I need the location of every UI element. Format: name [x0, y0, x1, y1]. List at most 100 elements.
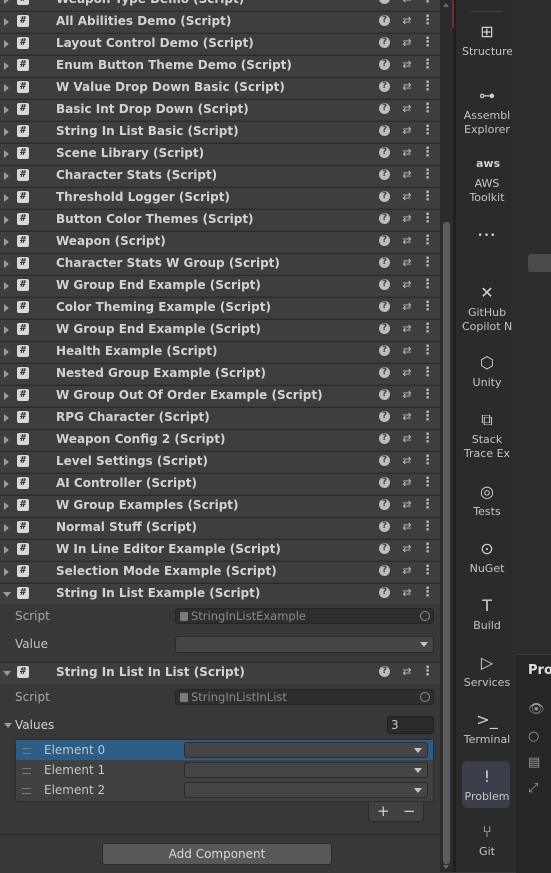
presets-icon[interactable]: ⇄ — [401, 323, 413, 335]
help-icon[interactable]: ? — [379, 59, 390, 70]
foldout-arrow-icon[interactable] — [4, 238, 9, 246]
context-menu-icon[interactable]: ⋮ — [421, 300, 434, 313]
context-menu-icon[interactable]: ⋮ — [421, 344, 434, 357]
context-menu-icon[interactable]: ⋮ — [421, 190, 434, 203]
component-header[interactable]: # RPG Character (Script)? ⇄ ⋮ — [0, 407, 440, 428]
presets-icon[interactable]: ⇄ — [401, 191, 413, 203]
context-menu-icon[interactable]: ⋮ — [421, 80, 434, 93]
component-header[interactable]: # W Value Drop Down Basic (Script)? ⇄ ⋮ — [0, 77, 440, 98]
presets-icon[interactable]: ⇄ — [401, 411, 413, 423]
context-menu-icon[interactable]: ⋮ — [421, 520, 434, 533]
component-header[interactable]: # Weapon (Script)? ⇄ ⋮ — [0, 231, 440, 252]
add-component-button[interactable]: Add Component — [102, 843, 332, 865]
context-menu-icon[interactable]: ⋮ — [421, 168, 434, 181]
context-menu-icon[interactable]: ⋮ — [421, 58, 434, 71]
foldout-arrow-icon[interactable] — [4, 304, 9, 312]
help-icon[interactable]: ? — [379, 477, 390, 488]
component-header[interactable]: # Character Stats (Script)? ⇄ ⋮ — [0, 165, 440, 186]
drag-handle-icon[interactable] — [22, 748, 31, 754]
foldout-arrow-icon[interactable] — [4, 480, 9, 488]
dock-item-more[interactable]: ••• — [462, 226, 512, 249]
scroll-up-arrow-icon[interactable] — [443, 3, 449, 7]
foldout-arrow-icon[interactable] — [4, 392, 9, 400]
help-icon[interactable]: ? — [379, 389, 390, 400]
presets-icon[interactable]: ⇄ — [401, 666, 413, 678]
help-icon[interactable]: ? — [379, 411, 390, 422]
presets-icon[interactable]: ⇄ — [401, 15, 413, 27]
context-menu-icon[interactable]: ⋮ — [421, 454, 434, 467]
help-icon[interactable]: ? — [379, 257, 390, 268]
help-icon[interactable]: ? — [379, 279, 390, 290]
foldout-arrow-icon[interactable] — [4, 194, 9, 202]
foldout-arrow-icon[interactable] — [4, 18, 9, 26]
presets-icon[interactable]: ⇄ — [401, 301, 413, 313]
presets-icon[interactable]: ⇄ — [401, 565, 413, 577]
help-icon[interactable]: ? — [379, 323, 390, 334]
object-picker-icon[interactable] — [420, 692, 430, 702]
values-size-field[interactable]: 3 — [387, 716, 434, 734]
component-header[interactable]: # Basic Int Drop Down (Script)? ⇄ ⋮ — [0, 99, 440, 120]
drag-handle-icon[interactable] — [22, 768, 31, 774]
context-menu-icon[interactable]: ⋮ — [421, 14, 434, 27]
help-icon[interactable]: ? — [379, 125, 390, 136]
context-menu-icon[interactable]: ⋮ — [421, 234, 434, 247]
context-menu-icon[interactable]: ⋮ — [421, 366, 434, 379]
presets-icon[interactable]: ⇄ — [401, 389, 413, 401]
element-dropdown[interactable] — [184, 742, 428, 758]
list-element-1[interactable]: Element 1 — [16, 760, 433, 780]
component-header[interactable]: # AI Controller (Script)? ⇄ ⋮ — [0, 473, 440, 494]
help-icon[interactable]: ? — [379, 565, 390, 576]
foldout-arrow-icon[interactable] — [4, 414, 9, 422]
list-element-2[interactable]: Element 2 — [16, 780, 433, 800]
foldout-arrow-icon[interactable] — [3, 592, 11, 597]
foldout-arrow-icon[interactable] — [4, 326, 9, 334]
context-menu-icon[interactable]: ⋮ — [421, 388, 434, 401]
component-header-string-in-list-in-list[interactable]: # String In List In List (Script) ? ⇄ ⋮ — [0, 662, 440, 684]
context-menu-icon[interactable]: ⋮ — [421, 146, 434, 159]
expand-icon[interactable]: ⤢ — [528, 781, 538, 796]
context-menu-icon[interactable]: ⋮ — [421, 665, 434, 678]
script-field[interactable]: StringInListExample — [175, 608, 434, 624]
component-header[interactable]: # Weapon Config 2 (Script)? ⇄ ⋮ — [0, 429, 440, 450]
dock-item-terminal[interactable]: >_ Terminal — [462, 710, 512, 747]
help-icon[interactable]: ? — [379, 169, 390, 180]
help-icon[interactable]: ? — [379, 0, 390, 4]
foldout-arrow-icon[interactable] — [4, 436, 9, 444]
presets-icon[interactable]: ⇄ — [401, 477, 413, 489]
dock-item-git[interactable]: ⑂ Git — [462, 822, 512, 859]
component-header[interactable]: # W Group End Example (Script)? ⇄ ⋮ — [0, 319, 440, 340]
dock-item-problems[interactable]: ! Problem — [462, 767, 512, 804]
help-icon[interactable]: ? — [379, 213, 390, 224]
foldout-arrow-icon[interactable] — [4, 128, 9, 136]
object-picker-icon[interactable] — [420, 611, 430, 621]
eye-icon[interactable]: 👁 — [528, 702, 545, 717]
inspector-scrollbar[interactable] — [440, 0, 453, 872]
presets-icon[interactable]: ⇄ — [401, 433, 413, 445]
context-menu-icon[interactable]: ⋮ — [421, 0, 434, 5]
presets-icon[interactable]: ⇄ — [401, 103, 413, 115]
presets-icon[interactable]: ⇄ — [401, 499, 413, 511]
context-menu-icon[interactable]: ⋮ — [421, 36, 434, 49]
dock-item-unity[interactable]: ⬡ Unity — [462, 353, 512, 390]
context-menu-icon[interactable]: ⋮ — [421, 124, 434, 137]
component-header[interactable]: # Scene Library (Script)? ⇄ ⋮ — [0, 143, 440, 164]
component-header[interactable]: # String In List Basic (Script)? ⇄ ⋮ — [0, 121, 440, 142]
presets-icon[interactable]: ⇄ — [401, 521, 413, 533]
component-header[interactable]: # Button Color Themes (Script)? ⇄ ⋮ — [0, 209, 440, 230]
values-foldout-icon[interactable] — [4, 723, 12, 728]
foldout-arrow-icon[interactable] — [4, 62, 9, 70]
dock-item-stack-trace[interactable]: ⧉ Stack Trace Ex — [462, 410, 512, 461]
context-menu-icon[interactable]: ⋮ — [421, 476, 434, 489]
foldout-arrow-icon[interactable] — [4, 172, 9, 180]
help-icon[interactable]: ? — [379, 15, 390, 26]
help-icon[interactable]: ? — [379, 345, 390, 356]
context-menu-icon[interactable]: ⋮ — [421, 256, 434, 269]
component-header[interactable]: # W In Line Editor Example (Script)? ⇄ ⋮ — [0, 539, 440, 560]
help-icon[interactable]: ? — [379, 455, 390, 466]
foldout-arrow-icon[interactable] — [4, 282, 9, 290]
add-element-button[interactable]: + — [377, 802, 390, 820]
help-icon[interactable]: ? — [379, 543, 390, 554]
editor-tab-stub[interactable] — [528, 254, 551, 272]
dock-item-tests[interactable]: ◎ Tests — [462, 482, 512, 519]
context-menu-icon[interactable]: ⋮ — [421, 498, 434, 511]
